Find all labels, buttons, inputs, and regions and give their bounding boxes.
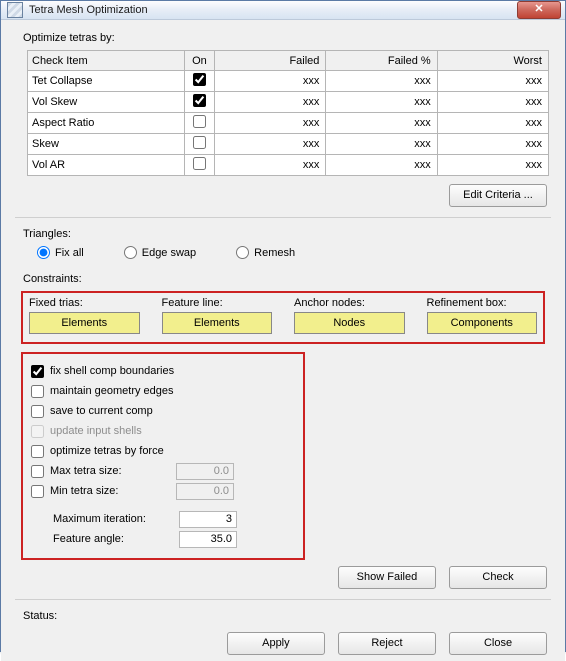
criteria-name: Vol AR bbox=[28, 155, 185, 176]
check-button[interactable]: Check bbox=[449, 566, 547, 589]
criteria-failed: xxx bbox=[215, 134, 326, 155]
maximum-iteration-field[interactable] bbox=[179, 511, 237, 528]
criteria-on-checkbox[interactable] bbox=[193, 136, 206, 149]
refinement-box-label: Refinement box: bbox=[427, 297, 538, 309]
criteria-failed: xxx bbox=[215, 113, 326, 134]
max-tetra-size-field bbox=[176, 463, 234, 480]
criteria-failed-pct: xxx bbox=[326, 71, 437, 92]
tetra-mesh-optimization-window: Tetra Mesh Optimization ✕ Optimize tetra… bbox=[0, 0, 566, 652]
feature-angle-field[interactable] bbox=[179, 531, 237, 548]
show-failed-button[interactable]: Show Failed bbox=[338, 566, 436, 589]
criteria-name: Vol Skew bbox=[28, 92, 185, 113]
radio-fix-all[interactable]: Fix all bbox=[37, 246, 84, 259]
criteria-failed: xxx bbox=[215, 92, 326, 113]
options-box: fix shell comp boundaries maintain geome… bbox=[21, 352, 305, 560]
refinement-box-button[interactable]: Components bbox=[427, 312, 538, 334]
criteria-on-checkbox[interactable] bbox=[193, 94, 206, 107]
criteria-name: Aspect Ratio bbox=[28, 113, 185, 134]
feature-line-button[interactable]: Elements bbox=[162, 312, 273, 334]
edit-criteria-button[interactable]: Edit Criteria ... bbox=[449, 184, 547, 207]
criteria-failed: xxx bbox=[215, 155, 326, 176]
criteria-failed-pct: xxx bbox=[326, 155, 437, 176]
fixed-trias-button[interactable]: Elements bbox=[29, 312, 140, 334]
col-failed-pct[interactable]: Failed % bbox=[326, 51, 437, 71]
criteria-worst: xxx bbox=[437, 71, 548, 92]
table-row: Tet Collapsexxxxxxxxx bbox=[28, 71, 549, 92]
table-row: Vol ARxxxxxxxxx bbox=[28, 155, 549, 176]
criteria-name: Tet Collapse bbox=[28, 71, 185, 92]
constraints-box: Fixed trias: Elements Feature line: Elem… bbox=[21, 291, 545, 344]
criteria-on-checkbox[interactable] bbox=[193, 73, 206, 86]
col-failed[interactable]: Failed bbox=[215, 51, 326, 71]
constraints-section-label: Constraints: bbox=[23, 273, 553, 285]
save-to-current-comp-checkbox[interactable] bbox=[31, 405, 44, 418]
min-tetra-size-checkbox[interactable] bbox=[31, 485, 44, 498]
criteria-failed-pct: xxx bbox=[326, 92, 437, 113]
criteria-failed-pct: xxx bbox=[326, 134, 437, 155]
fixed-trias-label: Fixed trias: bbox=[29, 297, 140, 309]
table-row: Aspect Ratioxxxxxxxxx bbox=[28, 113, 549, 134]
min-tetra-size-field bbox=[176, 483, 234, 500]
max-tetra-size-checkbox[interactable] bbox=[31, 465, 44, 478]
fix-shell-comp-boundaries-checkbox[interactable] bbox=[31, 365, 44, 378]
triangles-label: Triangles: bbox=[23, 228, 553, 240]
status-label: Status: bbox=[23, 610, 553, 622]
titlebar[interactable]: Tetra Mesh Optimization ✕ bbox=[1, 1, 565, 20]
criteria-on-checkbox[interactable] bbox=[193, 115, 206, 128]
optimize-tetras-by-force-checkbox[interactable] bbox=[31, 445, 44, 458]
criteria-name: Skew bbox=[28, 134, 185, 155]
criteria-worst: xxx bbox=[437, 92, 548, 113]
criteria-on-checkbox[interactable] bbox=[193, 157, 206, 170]
criteria-table: Check Item On Failed Failed % Worst Tet … bbox=[27, 50, 549, 176]
radio-edge-swap[interactable]: Edge swap bbox=[124, 246, 196, 259]
criteria-failed: xxx bbox=[215, 71, 326, 92]
col-worst[interactable]: Worst bbox=[437, 51, 548, 71]
criteria-worst: xxx bbox=[437, 134, 548, 155]
col-on[interactable]: On bbox=[184, 51, 214, 71]
app-icon bbox=[7, 2, 23, 18]
update-input-shells-checkbox bbox=[31, 425, 44, 438]
dialog-body: Optimize tetras by: Check Item On Failed… bbox=[1, 20, 565, 661]
col-check-item[interactable]: Check Item bbox=[28, 51, 185, 71]
table-row: Vol Skewxxxxxxxxx bbox=[28, 92, 549, 113]
window-close-button[interactable]: ✕ bbox=[517, 1, 561, 19]
radio-remesh[interactable]: Remesh bbox=[236, 246, 295, 259]
optimize-tetras-label: Optimize tetras by: bbox=[23, 32, 553, 44]
criteria-worst: xxx bbox=[437, 113, 548, 134]
feature-line-label: Feature line: bbox=[162, 297, 273, 309]
anchor-nodes-button[interactable]: Nodes bbox=[294, 312, 405, 334]
criteria-failed-pct: xxx bbox=[326, 113, 437, 134]
criteria-worst: xxx bbox=[437, 155, 548, 176]
maintain-geometry-edges-checkbox[interactable] bbox=[31, 385, 44, 398]
anchor-nodes-label: Anchor nodes: bbox=[294, 297, 405, 309]
table-row: Skewxxxxxxxxx bbox=[28, 134, 549, 155]
window-title: Tetra Mesh Optimization bbox=[29, 4, 517, 16]
